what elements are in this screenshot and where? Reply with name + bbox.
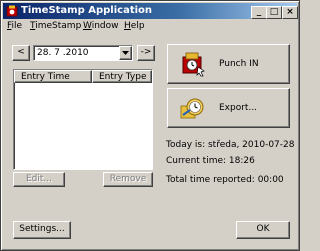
app-icon [6,5,18,17]
total-time-text: Total time reported: 00:00 [166,175,284,185]
menu-window-label: indow [91,21,119,31]
remove-button[interactable]: Remove [103,172,153,187]
menu-timestamp[interactable]: TimeStamp [30,21,81,31]
export-clock-icon [180,98,204,119]
minimize-button[interactable]: _ [251,6,267,19]
menu-help-label: elp [130,21,145,31]
next-day-button[interactable]: -> [137,45,155,61]
menu-bar: File TimeStamp Window Help [3,20,297,34]
punch-in-label: Punch IN [219,59,259,69]
date-dropdown-button[interactable] [119,46,132,60]
column-header-entry-time[interactable]: Entry Time [14,70,92,83]
menu-window[interactable]: Window [83,21,119,31]
title-bar: TimeStamp Application _ □ × [3,3,298,19]
punch-in-button[interactable]: Punch IN [167,44,290,84]
menu-help[interactable]: Help [124,21,145,31]
chevron-down-icon [122,51,129,55]
current-time-text: Current time: 18:26 [166,156,255,166]
window-title: TimeStamp Application [21,5,153,16]
punch-clock-icon [182,52,205,77]
edit-button[interactable]: Edit... [13,172,65,187]
maximize-button[interactable]: □ [266,6,282,19]
export-button[interactable]: Export... [167,88,290,128]
date-value: 28. 7 .2010 [37,48,89,58]
date-picker[interactable]: 28. 7 .2010 [33,45,133,61]
menu-timestamp-label: imeStamp [35,21,82,31]
prev-day-button[interactable]: < [12,45,30,61]
today-text: Today is: středa, 2010-07-28 [166,140,295,150]
export-label: Export... [219,103,258,113]
column-header-entry-type[interactable]: Entry Type [92,70,152,83]
ok-button[interactable]: OK [236,221,290,239]
app-window: TimeStamp Application _ □ × File TimeSta… [0,0,300,251]
menu-help-mnemonic: H [124,21,131,31]
settings-button[interactable]: Settings... [13,221,71,239]
entries-table[interactable]: Entry Time Entry Type [13,69,153,170]
menu-file-label: ile [11,21,23,31]
menu-window-mnemonic: W [83,21,92,31]
menu-file[interactable]: File [7,21,22,31]
close-button[interactable]: × [282,6,298,19]
